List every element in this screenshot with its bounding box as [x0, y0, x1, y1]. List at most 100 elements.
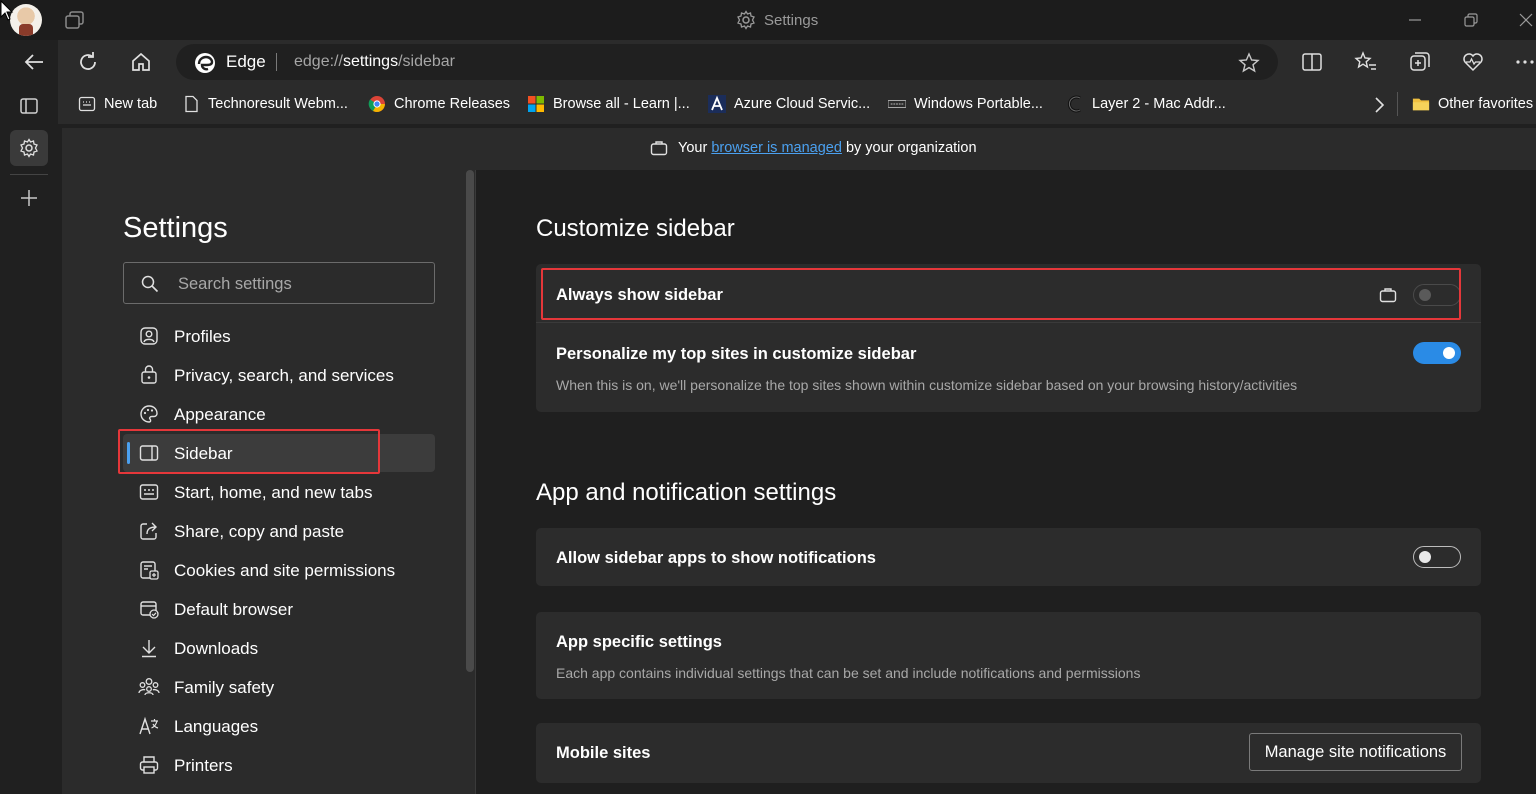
chrome-icon: [368, 95, 386, 113]
favorite-item[interactable]: Chrome Releases: [368, 94, 510, 114]
managed-briefcase-icon: [1379, 288, 1397, 303]
favorite-item[interactable]: Technoresult Webm...: [182, 94, 348, 114]
search-icon: [141, 275, 159, 293]
favorite-label: Technoresult Webm...: [208, 96, 348, 112]
new-tab-button[interactable]: [10, 180, 48, 216]
browser-essentials-button[interactable]: [1461, 50, 1485, 74]
always-show-sidebar-toggle[interactable]: [1413, 284, 1461, 306]
allow-notifications-toggle[interactable]: [1413, 546, 1461, 568]
favorites-bar: New tab Technoresult Webm... Chrome Rele…: [58, 84, 1536, 124]
nav-item-label: Profiles: [174, 327, 231, 346]
favorites-button[interactable]: [1354, 50, 1378, 74]
folder-icon: [1412, 95, 1430, 113]
collections-button[interactable]: [1408, 50, 1432, 74]
customize-card: Always show sidebar Personalize my top s…: [536, 264, 1481, 412]
split-screen-button[interactable]: [1300, 50, 1324, 74]
gear-icon: [737, 10, 755, 30]
site-favicon-icon: [1066, 95, 1084, 113]
nav-item-default-browser[interactable]: Default browser: [123, 590, 435, 628]
vertical-tab-strip: [0, 40, 58, 794]
search-box[interactable]: [123, 262, 435, 304]
more-menu-button[interactable]: [1513, 50, 1536, 74]
tab-panel-toggle[interactable]: [10, 88, 48, 124]
back-button[interactable]: [20, 48, 48, 76]
favorite-item[interactable]: Layer 2 - Mac Addr...: [1066, 94, 1226, 114]
nav-item-sidebar[interactable]: Sidebar: [123, 434, 435, 472]
nav-item-languages[interactable]: Languages: [123, 707, 435, 745]
nav-item-share[interactable]: Share, copy and paste: [123, 512, 435, 550]
restore-button[interactable]: [1461, 10, 1481, 30]
favorite-label: Azure Cloud Servic...: [734, 96, 871, 112]
url-text: edge://settings/sidebar: [294, 53, 455, 70]
selected-indicator: [127, 442, 130, 464]
address-bar[interactable]: Edge edge://settings/sidebar: [176, 44, 1278, 80]
home-button[interactable]: [127, 48, 155, 76]
split-screen-icon: [1302, 53, 1322, 71]
nav-item-label: Family safety: [174, 678, 275, 697]
address-separator: [276, 53, 277, 71]
nav-item-profiles[interactable]: Profiles: [123, 317, 435, 355]
manage-site-notifications-button[interactable]: Manage site notifications: [1249, 733, 1462, 771]
browser-managed-link[interactable]: browser is managed: [711, 140, 842, 156]
new-tab-icon: [78, 95, 96, 113]
card-divider: [536, 322, 1481, 323]
nav-item-label: Share, copy and paste: [174, 522, 345, 541]
nav-item-start-home[interactable]: Start, home, and new tabs: [123, 473, 435, 511]
chevron-right-icon[interactable]: [1373, 96, 1385, 114]
profile-icon: [138, 326, 160, 346]
other-favorites-folder[interactable]: Other favorites: [1412, 94, 1533, 114]
nav-item-printers[interactable]: Printers: [123, 746, 435, 784]
nav-item-family[interactable]: Family safety: [123, 668, 435, 706]
nav-item-label: Default browser: [174, 600, 294, 619]
nav-item-label: Printers: [174, 756, 233, 775]
profile-avatar[interactable]: [10, 4, 42, 36]
personalize-top-sites-toggle[interactable]: [1413, 342, 1461, 364]
search-input[interactable]: [178, 273, 418, 295]
toggle-knob: [1419, 289, 1431, 301]
title-bar: Settings: [0, 0, 1536, 40]
gear-icon: [20, 138, 38, 158]
customize-sidebar-title: Customize sidebar: [536, 215, 735, 242]
nav-item-label: Privacy, search, and services: [174, 366, 394, 385]
tab-actions-icon[interactable]: [64, 10, 86, 30]
collections-icon: [1410, 52, 1430, 71]
tab-strip-divider: [10, 174, 48, 175]
nav-item-cookies[interactable]: Cookies and site permissions: [123, 551, 435, 589]
azure-icon: [708, 95, 726, 113]
lock-icon: [138, 365, 160, 385]
nav-item-downloads[interactable]: Downloads: [123, 629, 435, 667]
page-icon: [182, 95, 200, 113]
settings-page: Settings Profiles Privacy, search, and s…: [62, 170, 1536, 794]
mobile-sites-card: Mobile sites Manage site notifications: [536, 723, 1481, 783]
default-browser-icon: [138, 599, 160, 619]
minimize-button[interactable]: [1405, 10, 1425, 30]
favorite-label: New tab: [104, 96, 158, 112]
nav-item-privacy[interactable]: Privacy, search, and services: [123, 356, 435, 394]
favorite-label: Layer 2 - Mac Addr...: [1092, 96, 1226, 112]
settings-tab[interactable]: [10, 130, 48, 166]
plus-icon: [21, 190, 37, 206]
favorite-item[interactable]: Browse all - Learn |...: [527, 94, 690, 114]
window-title-label: Settings: [764, 11, 819, 29]
favorite-star-icon[interactable]: [1238, 52, 1260, 74]
favorite-item[interactable]: Azure Cloud Servic...: [708, 94, 870, 114]
minimize-icon: [1409, 19, 1421, 21]
family-icon: [138, 677, 160, 697]
microsoft-logo-icon: [527, 95, 545, 113]
favorite-item[interactable]: Windows Portable...: [888, 94, 1043, 114]
back-arrow-icon: [24, 54, 43, 70]
close-window-button[interactable]: [1516, 10, 1536, 30]
managed-banner: Your browser is managed by your organiza…: [62, 128, 1536, 170]
nav-item-appearance[interactable]: Appearance: [123, 395, 435, 433]
nav-item-label: Downloads: [174, 639, 259, 658]
banner-prefix: Your: [678, 140, 708, 156]
ellipsis-icon: [1516, 60, 1534, 64]
refresh-button[interactable]: [74, 48, 102, 76]
nav-item-label: Cookies and site permissions: [174, 561, 396, 580]
mobile-sites-label: Mobile sites: [556, 744, 651, 762]
favorite-label: Browse all - Learn |...: [553, 96, 690, 112]
favorite-item[interactable]: New tab: [78, 94, 157, 114]
nav-scrollbar-thumb[interactable]: [466, 170, 474, 672]
allow-notifications-label: Allow sidebar apps to show notifications: [556, 549, 876, 567]
app-specific-card[interactable]: App specific settings Each app contains …: [536, 612, 1481, 699]
